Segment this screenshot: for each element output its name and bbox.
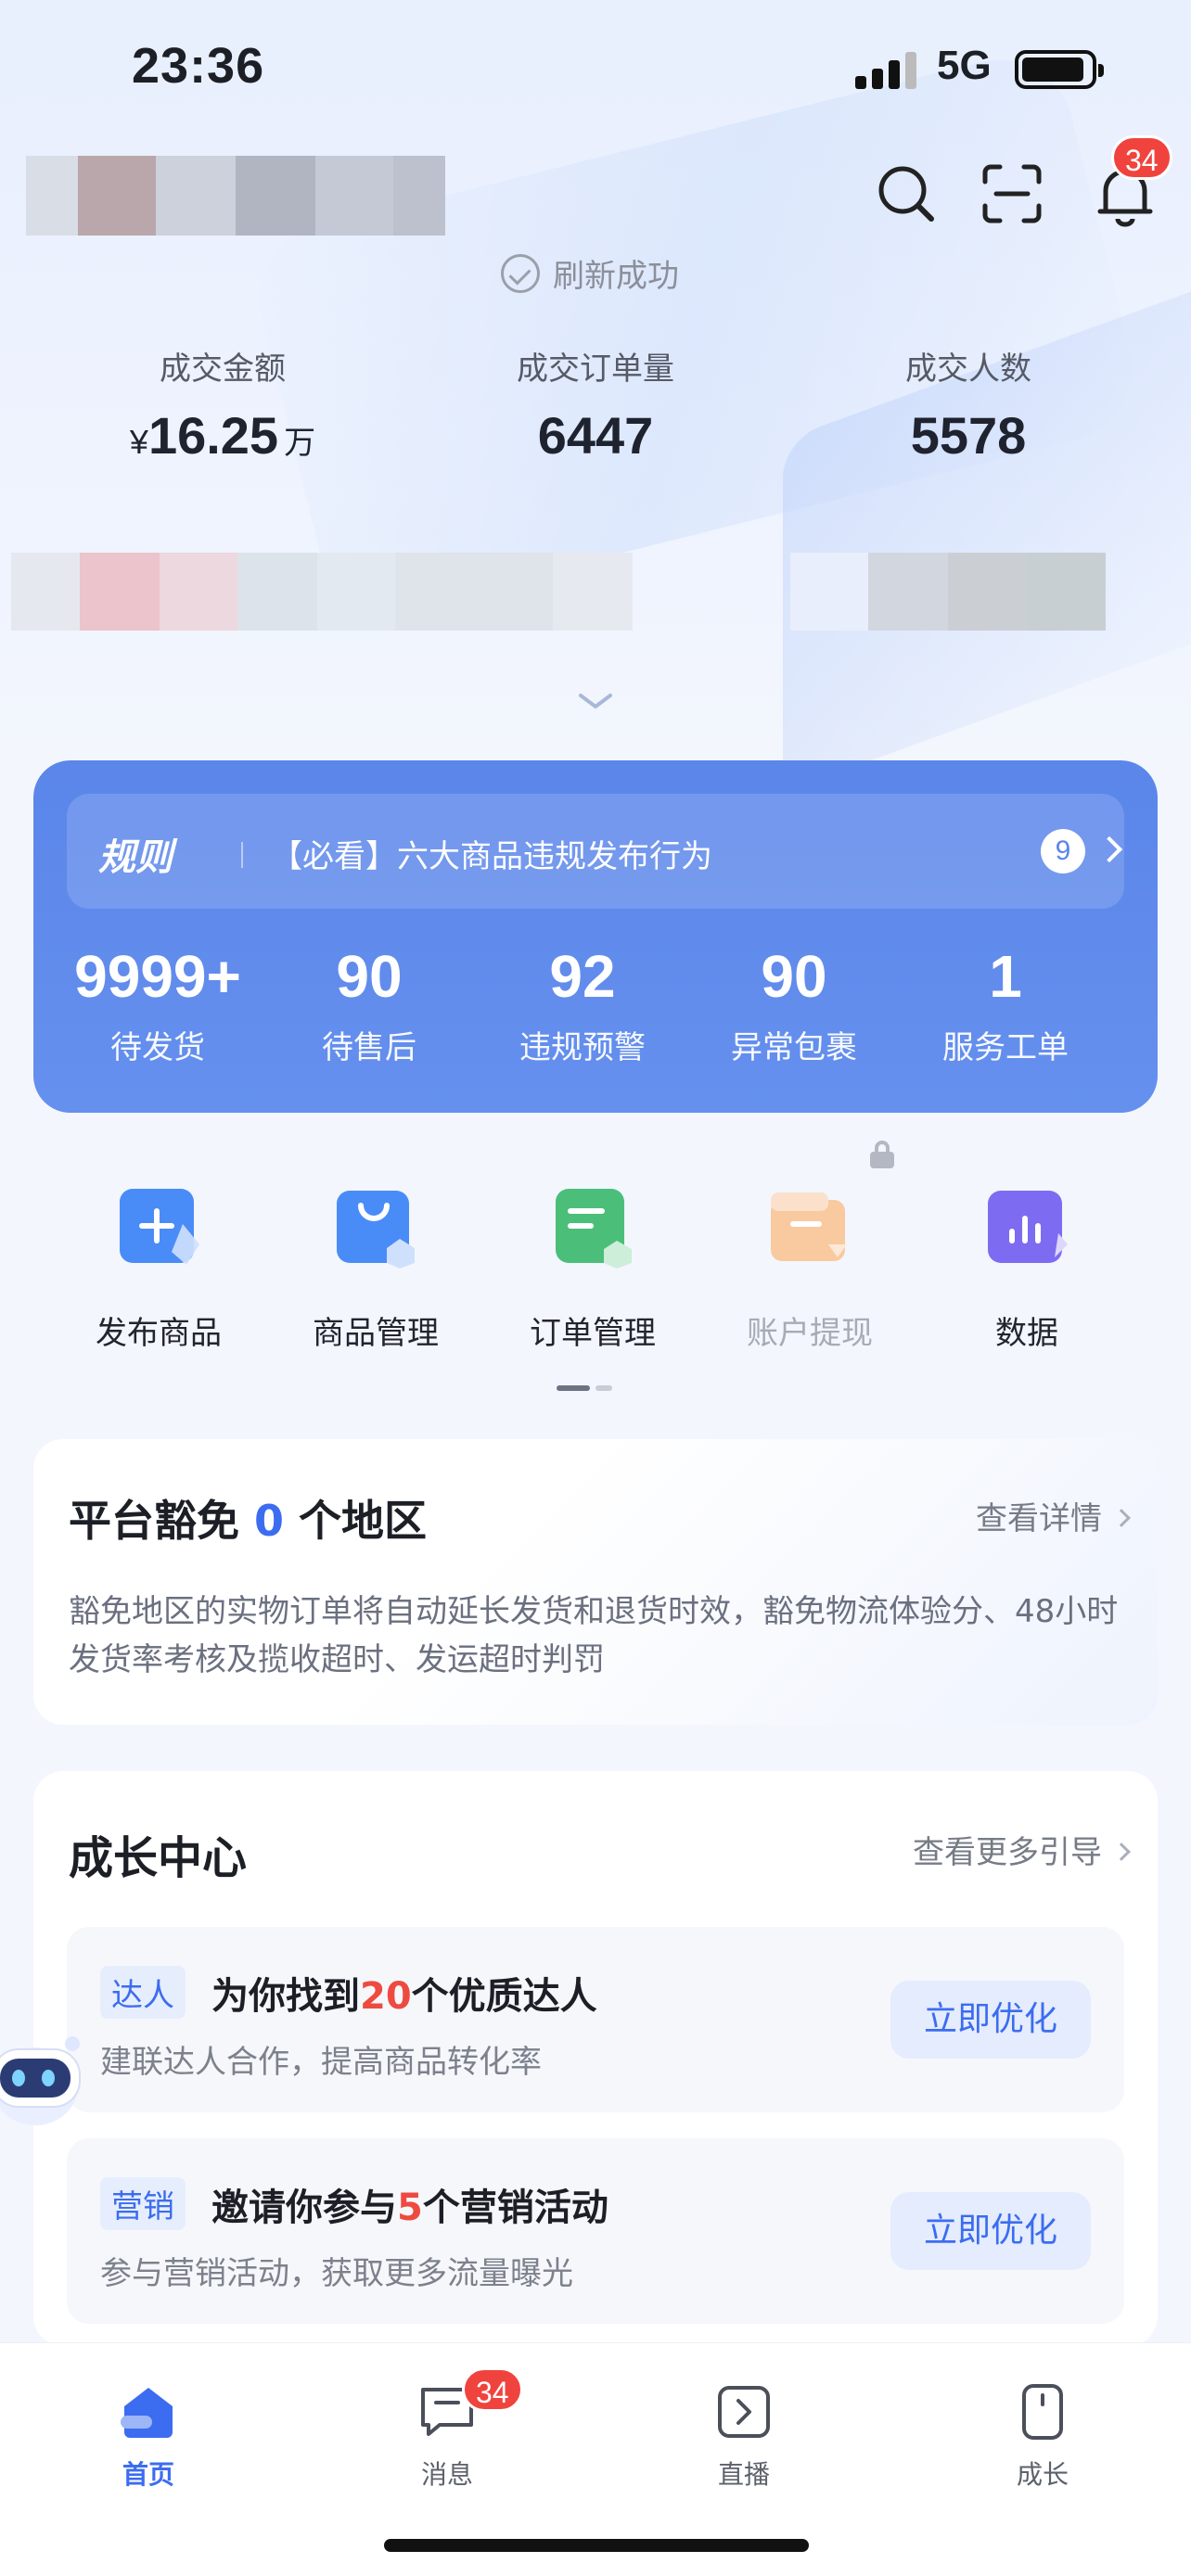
view-details-link[interactable]: 查看详情 [976, 1493, 1131, 1538]
action-label: 发布商品 [96, 1315, 222, 1352]
metric-service-ticket[interactable]: 1 服务工单 [900, 942, 1111, 1067]
metric-pending-ship[interactable]: 9999+ 待发货 [52, 942, 263, 1067]
task-card-marketing[interactable]: 营销 邀请你参与5个营销活动 参与营销活动，获取更多流量曝光 立即优化 [67, 2138, 1124, 2324]
metric-value: 1 [989, 943, 1022, 1010]
metric-value: 90 [761, 943, 827, 1010]
action-label: 订单管理 [530, 1315, 656, 1352]
redacted-strip [11, 553, 1106, 631]
action-label: 数据 [995, 1315, 1058, 1352]
optimize-button[interactable]: 立即优化 [890, 1981, 1091, 2059]
task-title: 邀请你参与5个营销活动 [211, 2187, 608, 2229]
tab-label: 成长 [1016, 2459, 1069, 2490]
task-title: 为你找到20个优质达人 [211, 1975, 597, 2018]
network-type: 5G [937, 43, 992, 88]
assistant-robot-icon[interactable] [0, 1994, 93, 2133]
tab-growth[interactable]: 成长 [950, 2382, 1135, 2492]
rules-tag: 规则 [98, 836, 173, 879]
stat-label: 成交金额 [160, 351, 286, 388]
status-time: 23:36 [132, 38, 265, 94]
tab-home[interactable]: 首页 [56, 2382, 241, 2492]
search-icon[interactable] [872, 159, 941, 228]
chevron-down-icon[interactable] [577, 688, 614, 716]
metric-label: 服务工单 [942, 1029, 1069, 1066]
publish-product-icon [118, 1187, 199, 1269]
home-indicator [384, 2539, 809, 2552]
account-withdraw-icon [769, 1187, 851, 1269]
metric-value: 92 [549, 943, 616, 1010]
action-label: 账户提现 [747, 1315, 873, 1352]
divider [241, 842, 243, 868]
stat-buyers[interactable]: 成交人数 5578 [783, 343, 1154, 465]
refresh-text: 刷新成功 [553, 258, 679, 295]
action-publish-product[interactable]: 发布商品 [50, 1187, 267, 1353]
rules-count-badge: 9 [1041, 829, 1085, 874]
order-manage-icon [552, 1187, 634, 1269]
metric-value: 90 [336, 943, 403, 1010]
refresh-status: 刷新成功 [501, 250, 679, 296]
stat-orders[interactable]: 成交订单量 6447 [410, 343, 781, 465]
store-name-redacted[interactable] [26, 156, 445, 236]
rules-banner[interactable]: 规则 【必看】六大商品违规发布行为 9 [67, 794, 1124, 909]
task-subtitle: 参与营销活动，获取更多流量曝光 [100, 2255, 573, 2292]
page-indicator [557, 1385, 616, 1391]
metric-label: 违规预警 [519, 1029, 646, 1066]
growth-center-card: 成长中心 查看更多引导 达人 为你找到20个优质达人 建联达人合作，提高商品转化… [33, 1771, 1158, 2346]
task-subtitle: 建联达人合作，提高商品转化率 [100, 2044, 542, 2081]
exempt-title: 平台豁免 0 个地区 [69, 1496, 428, 1546]
tab-label: 直播 [717, 2459, 770, 2490]
tab-live[interactable]: 直播 [651, 2382, 837, 2492]
metric-violation-warning[interactable]: 92 违规预警 [477, 942, 688, 1067]
tab-label: 消息 [420, 2459, 473, 2490]
tab-messages[interactable]: 消息 34 [354, 2367, 540, 2492]
metric-label: 异常包裹 [731, 1029, 857, 1066]
stat-gmv[interactable]: 成交金额 ¥16.25 万 [37, 343, 408, 465]
exempt-description: 豁免地区的实物订单将自动延长发货和退货时效，豁免物流体验分、48小时发货率考核及… [69, 1593, 1119, 1678]
view-more-guides-link[interactable]: 查看更多引导 [913, 1827, 1131, 1872]
quick-actions: 发布商品 商品管理 订单管理 账户提现 数据 [0, 1150, 1191, 1391]
growth-title: 成长中心 [69, 1832, 248, 1884]
action-data[interactable]: 数据 [918, 1187, 1135, 1353]
live-play-icon [714, 2382, 774, 2442]
stat-value: ¥16.25 万 [129, 406, 316, 465]
stat-label: 成交订单量 [517, 351, 674, 388]
check-circle-icon [501, 253, 540, 293]
action-label: 商品管理 [313, 1315, 439, 1352]
exempt-region-card[interactable]: 平台豁免 0 个地区 查看详情 豁免地区的实物订单将自动延长发货和退货时效，豁免… [33, 1439, 1158, 1725]
metric-abnormal-package[interactable]: 90 异常包裹 [688, 942, 900, 1067]
rules-text: 【必看】六大商品违规发布行为 [271, 838, 712, 875]
stat-value: 5578 [910, 406, 1027, 465]
chevron-right-icon [1112, 1842, 1131, 1861]
battery-icon [1015, 50, 1104, 89]
task-tag: 营销 [100, 2177, 186, 2230]
action-account-withdraw[interactable]: 账户提现 [701, 1187, 918, 1353]
metric-label: 待售后 [322, 1029, 416, 1066]
action-order-manage[interactable]: 订单管理 [484, 1187, 701, 1353]
metric-value: 9999+ [74, 943, 241, 1010]
metric-label: 待发货 [110, 1029, 205, 1066]
chevron-right-icon [1112, 1508, 1131, 1527]
data-icon [986, 1187, 1068, 1269]
messages-badge: 34 [462, 2367, 523, 2412]
home-icon [119, 2382, 178, 2442]
scan-icon[interactable] [978, 159, 1046, 228]
metric-after-sale[interactable]: 90 待售后 [263, 942, 475, 1067]
stat-label: 成交人数 [905, 351, 1031, 388]
signal-icon [855, 52, 918, 89]
notification-badge: 34 [1111, 135, 1172, 180]
stat-value: 6447 [537, 406, 654, 465]
product-manage-icon [335, 1187, 416, 1269]
task-tag: 达人 [100, 1966, 186, 2019]
chevron-right-icon [1095, 835, 1123, 863]
action-product-manage[interactable]: 商品管理 [267, 1187, 484, 1353]
task-card-influencer[interactable]: 达人 为你找到20个优质达人 建联达人合作，提高商品转化率 立即优化 [67, 1927, 1124, 2112]
tab-label: 首页 [122, 2459, 174, 2490]
todo-card: 规则 【必看】六大商品违规发布行为 9 9999+ 待发货 90 待售后 92 … [33, 760, 1158, 1113]
optimize-button[interactable]: 立即优化 [890, 2192, 1091, 2270]
status-bar: 23:36 5G [0, 0, 1191, 139]
growth-icon [1013, 2382, 1072, 2442]
